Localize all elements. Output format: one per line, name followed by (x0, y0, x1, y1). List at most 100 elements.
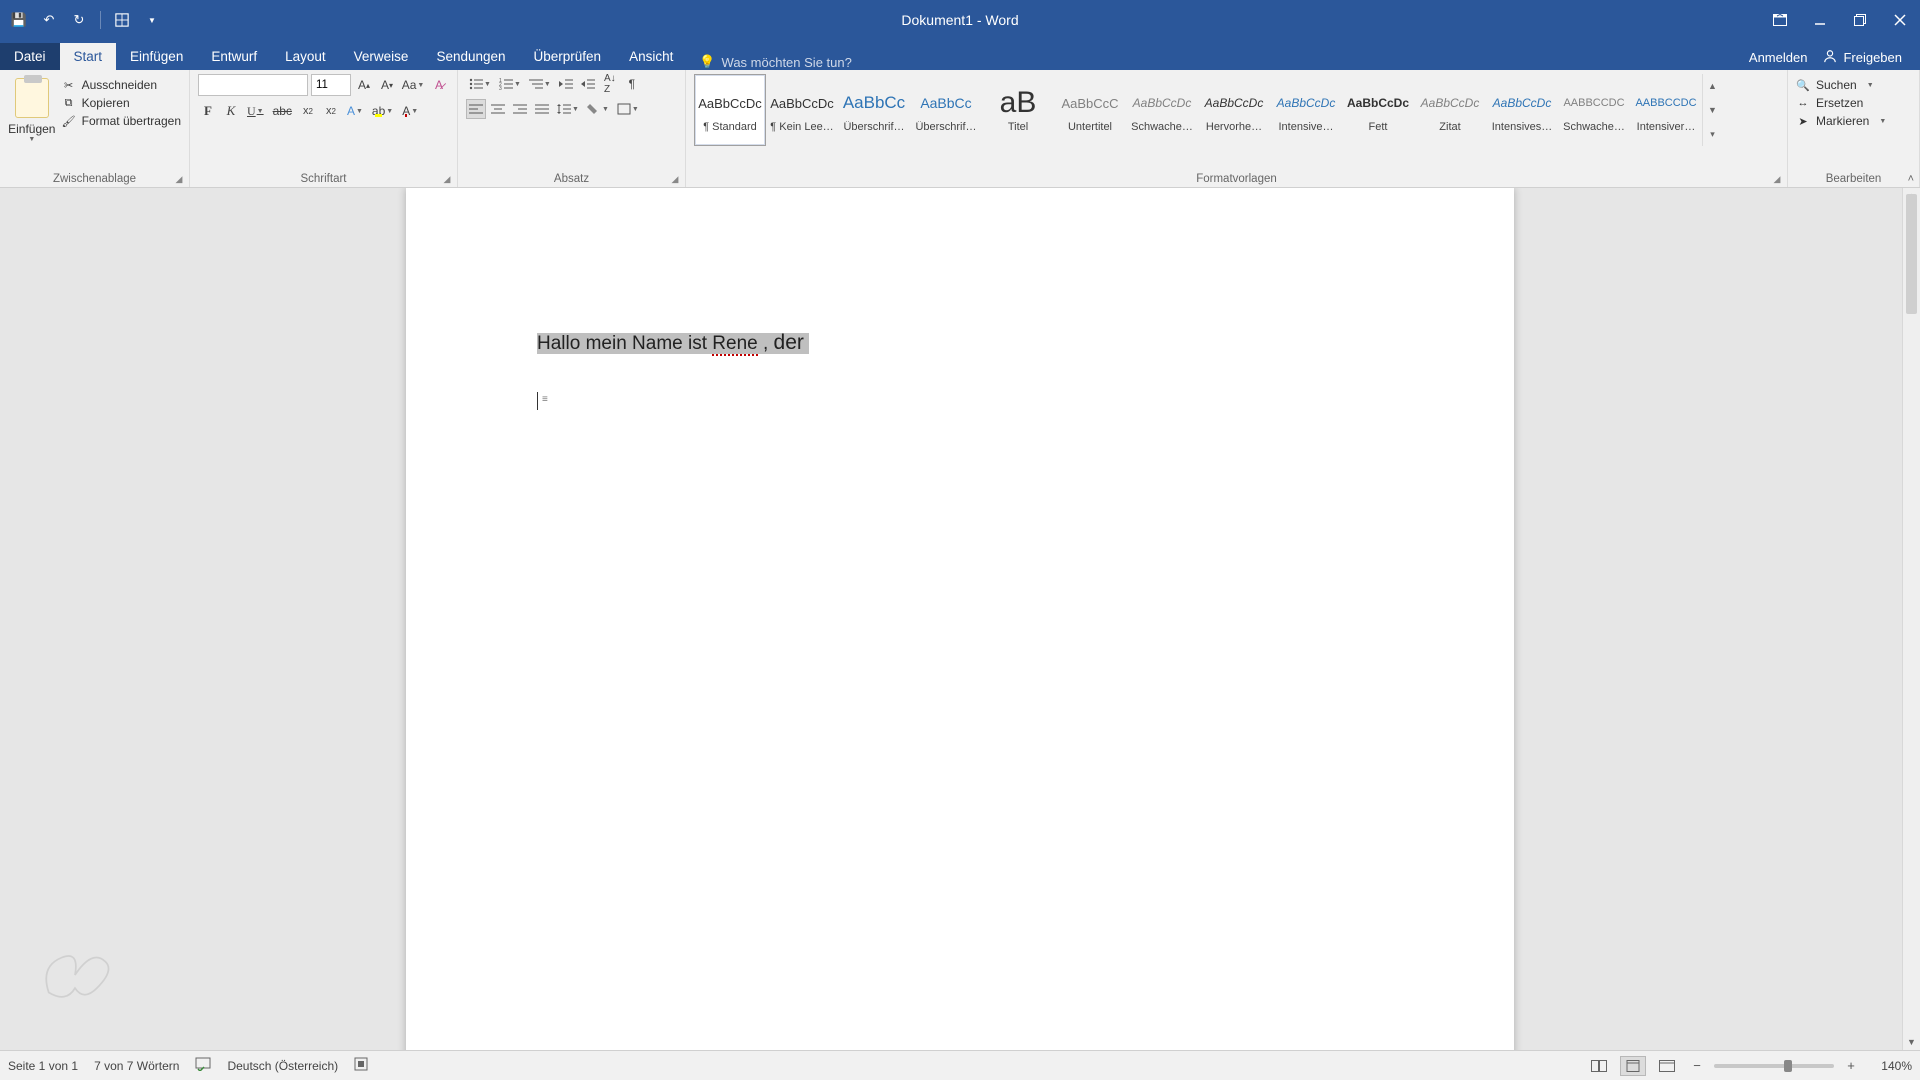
status-word-count[interactable]: 7 von 7 Wörtern (94, 1059, 179, 1073)
style-4[interactable]: aBTitel (982, 74, 1054, 146)
style-5[interactable]: AaBbCcCUntertitel (1054, 74, 1126, 146)
italic-button[interactable]: K (221, 101, 241, 121)
superscript-button[interactable]: x2 (321, 101, 341, 121)
scroll-down-icon[interactable]: ▼ (1903, 1034, 1920, 1050)
shading-button[interactable]: ▼ (584, 99, 612, 119)
zoom-slider[interactable] (1714, 1064, 1834, 1068)
styles-row-down-icon[interactable]: ▼ (1703, 98, 1722, 122)
zoom-level[interactable]: 140% (1868, 1059, 1912, 1073)
font-dialog-launcher-icon[interactable]: ◢ (441, 173, 453, 185)
tab-layout[interactable]: Layout (271, 43, 340, 70)
highlight-color-button[interactable]: ab▼ (369, 101, 396, 121)
clear-formatting-button[interactable]: A̷ (429, 75, 449, 95)
grow-font-button[interactable]: A▴ (354, 75, 374, 95)
style-9[interactable]: AaBbCcDcFett (1342, 74, 1414, 146)
tab-verweise[interactable]: Verweise (340, 43, 423, 70)
styles-row-up-icon[interactable]: ▲ (1703, 74, 1722, 98)
sign-in-link[interactable]: Anmelden (1749, 50, 1808, 65)
scroll-thumb[interactable] (1906, 194, 1917, 314)
styles-more-icon[interactable]: ▾ (1703, 122, 1722, 146)
zoom-in-button[interactable]: + (1842, 1057, 1860, 1075)
borders-button[interactable]: ▼ (614, 99, 642, 119)
style-6[interactable]: AaBbCcDcSchwache… (1126, 74, 1198, 146)
paragraph-dialog-launcher-icon[interactable]: ◢ (669, 173, 681, 185)
align-right-button[interactable] (510, 99, 530, 119)
tab-entwurf[interactable]: Entwurf (197, 43, 271, 70)
bold-button[interactable]: F (198, 101, 218, 121)
style-7[interactable]: AaBbCcDcHervorhe… (1198, 74, 1270, 146)
bullets-button[interactable]: ▼ (466, 74, 494, 94)
style-12[interactable]: AABBCCDCSchwache… (1558, 74, 1630, 146)
qat-customize-icon[interactable]: ▼ (141, 9, 163, 31)
redo-icon[interactable]: ↻ (68, 9, 90, 31)
style-0[interactable]: AaBbCcDc¶ Standard (694, 74, 766, 146)
spelling-error[interactable]: Rene (712, 333, 757, 356)
clipboard-dialog-launcher-icon[interactable]: ◢ (173, 173, 185, 185)
align-left-button[interactable] (466, 99, 486, 119)
cut-button[interactable]: ✂Ausschneiden (62, 78, 181, 92)
justify-button[interactable] (532, 99, 552, 119)
font-name-input[interactable] (198, 74, 308, 96)
zoom-slider-thumb[interactable] (1784, 1060, 1792, 1072)
text-effects-button[interactable]: A▼ (344, 101, 366, 121)
tell-me-search[interactable]: 💡 Was möchten Sie tun? (687, 54, 864, 70)
find-button[interactable]: 🔍Suchen▼ (1796, 78, 1911, 92)
spell-check-icon[interactable] (195, 1057, 211, 1074)
web-layout-icon[interactable] (1654, 1056, 1680, 1076)
align-center-button[interactable] (488, 99, 508, 119)
touch-mode-icon[interactable] (111, 9, 133, 31)
document-text[interactable]: Hallo mein Name ist Rene , der ≡ (537, 328, 1383, 414)
zoom-out-button[interactable]: − (1688, 1057, 1706, 1075)
subscript-button[interactable]: x2 (298, 101, 318, 121)
style-2[interactable]: AaBbCcÜberschrif… (838, 74, 910, 146)
undo-icon[interactable]: ↶ (38, 9, 60, 31)
line-spacing-button[interactable]: ▼ (554, 99, 582, 119)
style-10[interactable]: AaBbCcDcZitat (1414, 74, 1486, 146)
macro-record-icon[interactable] (354, 1057, 368, 1074)
close-icon[interactable] (1880, 0, 1920, 40)
sort-button[interactable]: A↓Z (600, 74, 620, 94)
share-button[interactable]: Freigeben (1823, 49, 1902, 66)
multilevel-list-button[interactable]: ▼ (526, 74, 554, 94)
selected-text[interactable]: Hallo mein Name ist Rene , der (537, 333, 809, 354)
read-mode-icon[interactable] (1586, 1056, 1612, 1076)
shrink-font-button[interactable]: A▾ (377, 75, 397, 95)
copy-button[interactable]: ⧉Kopieren (62, 96, 181, 110)
select-button[interactable]: ➤Markieren▼ (1796, 114, 1911, 128)
tab-file[interactable]: Datei (0, 43, 60, 70)
restore-icon[interactable] (1840, 0, 1880, 40)
decrease-indent-button[interactable] (556, 74, 576, 94)
tab-sendungen[interactable]: Sendungen (422, 43, 519, 70)
format-painter-button[interactable]: 🖌Format übertragen (62, 114, 181, 128)
tab-ansicht[interactable]: Ansicht (615, 43, 687, 70)
collapse-ribbon-icon[interactable]: ˄ (1908, 173, 1914, 185)
print-layout-icon[interactable] (1620, 1056, 1646, 1076)
font-size-input[interactable] (311, 74, 351, 96)
status-language[interactable]: Deutsch (Österreich) (227, 1059, 338, 1073)
change-case-button[interactable]: Aa▼ (400, 75, 426, 95)
strikethrough-button[interactable]: abc (270, 101, 295, 121)
vertical-scrollbar[interactable]: ▲ ▼ (1902, 188, 1920, 1050)
page[interactable]: Hallo mein Name ist Rene , der ≡ (406, 188, 1514, 1050)
numbering-button[interactable]: 123▼ (496, 74, 524, 94)
minimize-icon[interactable] (1800, 0, 1840, 40)
tab-einfügen[interactable]: Einfügen (116, 43, 197, 70)
style-8[interactable]: AaBbCcDcIntensive… (1270, 74, 1342, 146)
tab-überprüfen[interactable]: Überprüfen (520, 43, 616, 70)
style-11[interactable]: AaBbCcDcIntensives… (1486, 74, 1558, 146)
ribbon-display-options-icon[interactable] (1760, 0, 1800, 40)
replace-button[interactable]: ↔Ersetzen (1796, 96, 1911, 110)
styles-gallery-expand[interactable]: ▲▼▾ (1702, 74, 1722, 146)
styles-dialog-launcher-icon[interactable]: ◢ (1771, 173, 1783, 185)
status-page[interactable]: Seite 1 von 1 (8, 1059, 78, 1073)
tab-start[interactable]: Start (60, 43, 117, 70)
font-color-button[interactable]: A▼ (399, 101, 421, 121)
increase-indent-button[interactable] (578, 74, 598, 94)
paste-button[interactable]: Einfügen ▼ (8, 74, 56, 143)
style-13[interactable]: AABBCCDCIntensiver… (1630, 74, 1702, 146)
show-marks-button[interactable]: ¶ (622, 74, 642, 94)
style-3[interactable]: AaBbCcÜberschrif… (910, 74, 982, 146)
underline-button[interactable]: U▼ (244, 101, 267, 121)
style-1[interactable]: AaBbCcDc¶ Kein Lee… (766, 74, 838, 146)
save-icon[interactable]: 💾 (8, 9, 30, 31)
